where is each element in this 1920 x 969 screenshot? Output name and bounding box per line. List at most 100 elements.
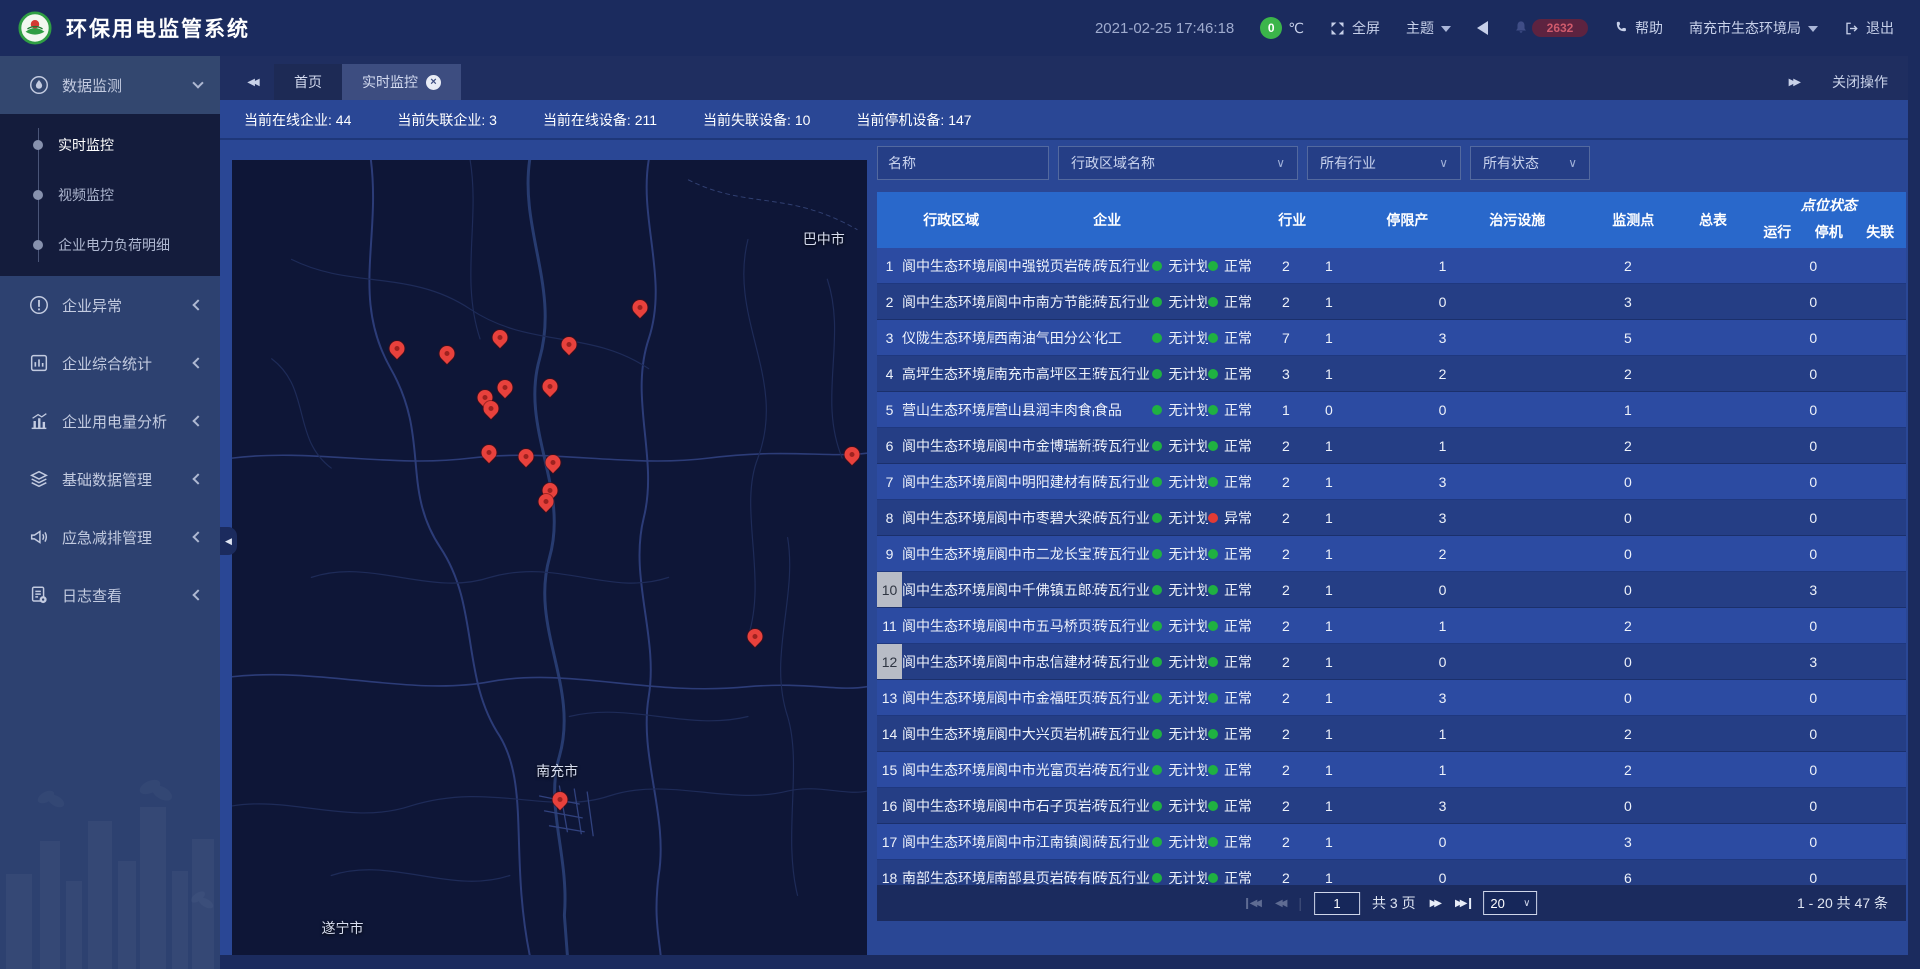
cell-industry: 砖瓦行业 — [1094, 680, 1152, 715]
cell-company: 阆中市五马桥页岩机砖 — [994, 608, 1094, 643]
map[interactable]: 巴中市南充市遂宁市 — [232, 160, 867, 955]
table-row[interactable]: 13阆中生态环境局阆中市金福旺页岩机砖砖瓦行业无计划正常21300 — [877, 680, 1906, 716]
sidebar-item-emergency-reduction[interactable]: 应急减排管理 — [0, 508, 220, 566]
cell-points: 7 — [1264, 320, 1309, 355]
logout-button[interactable]: 退出 — [1844, 18, 1894, 38]
sidebar-item-video-monitoring[interactable]: 视频监控 — [0, 170, 220, 220]
table-row[interactable]: 12阆中生态环境局阆中市忠信建材有限公砖瓦行业无计划正常21003 — [877, 644, 1906, 680]
cell-meters: 1 — [1308, 716, 1350, 751]
status-dot — [1152, 369, 1162, 379]
tabs-scroll-right-icon[interactable]: ▶▶ — [1789, 64, 1798, 100]
limit-text: 无计划 — [1168, 544, 1208, 564]
table-row[interactable]: 2阆中生态环境局阆中市南方节能建材有砖瓦行业无计划正常21030 — [877, 284, 1906, 320]
sidebar-item-power-load-detail[interactable]: 企业电力负荷明细 — [0, 220, 220, 270]
pager-last-button[interactable]: ▶▶ — [1453, 898, 1471, 909]
name-filter-input[interactable] — [877, 146, 1049, 180]
table-row[interactable]: 17阆中生态环境局阆中市江南镇阆南页岩砖瓦行业无计划正常21030 — [877, 824, 1906, 860]
cell-limit-status: 无计划 — [1152, 536, 1208, 571]
cell-region: 阆中生态环境局 — [902, 788, 994, 823]
tab-label: 首页 — [294, 72, 322, 92]
status-dot — [1208, 801, 1218, 811]
cell-region: 阆中生态环境局 — [902, 680, 994, 715]
status-filter-select[interactable]: 所有状态 ∨ — [1470, 146, 1590, 180]
table-row[interactable]: 16阆中生态环境局阆中市石子页岩机砖厂砖瓦行业无计划正常21300 — [877, 788, 1906, 824]
cell-company: 营山县润丰肉食品有限 — [994, 392, 1094, 427]
cell-company: 阆中大兴页岩机砖厂 — [994, 716, 1094, 751]
temperature-unit: ℃ — [1288, 20, 1304, 37]
status-dot — [1208, 405, 1218, 415]
pager-prev-button[interactable]: ◀◀ — [1273, 898, 1286, 909]
log-icon — [28, 584, 50, 606]
facility-text: 正常 — [1224, 256, 1252, 276]
sidebar-item-realtime-monitoring[interactable]: 实时监控 — [0, 120, 220, 170]
help-button[interactable]: 帮助 — [1614, 18, 1663, 38]
sidebar-item-data-monitoring[interactable]: 数据监测 — [0, 56, 220, 114]
sidebar-item-label: 数据监测 — [62, 75, 194, 96]
cell-run: 3 — [1350, 680, 1535, 715]
cell-points: 2 — [1264, 680, 1309, 715]
sidebar-item-log-view[interactable]: 日志查看 — [0, 566, 220, 624]
fullscreen-button[interactable]: 全屏 — [1330, 18, 1380, 38]
table-row[interactable]: 11阆中生态环境局阆中市五马桥页岩机砖砖瓦行业无计划正常21120 — [877, 608, 1906, 644]
col-region: 行政区域 — [923, 192, 1093, 248]
cell-points: 2 — [1264, 824, 1309, 859]
cell-run: 3 — [1350, 464, 1535, 499]
table-row[interactable]: 7阆中生态环境局阆中明阳建材有限公司砖瓦行业无计划正常21300 — [877, 464, 1906, 500]
pager-range-label: 1 - 20 共 47 条 — [1797, 893, 1888, 913]
scrollbar-track[interactable] — [1908, 56, 1920, 969]
sidebar-item-basic-data-management[interactable]: 基础数据管理 — [0, 450, 220, 508]
cell-company: 阆中市忠信建材有限公 — [994, 644, 1094, 679]
region-filter-select[interactable]: 行政区域名称 ∨ — [1058, 146, 1298, 180]
chart-icon — [28, 410, 50, 432]
pager-first-button[interactable]: ◀◀ — [1246, 898, 1261, 909]
close-operations-button[interactable]: 关闭操作 — [1832, 72, 1888, 92]
pager-separator: | — [1298, 895, 1302, 911]
tab-close-icon[interactable]: × — [426, 75, 441, 90]
cell-industry: 砖瓦行业 — [1094, 248, 1152, 283]
sidebar-item-enterprise-statistics[interactable]: 企业综合统计 — [0, 334, 220, 392]
notification-badge[interactable]: 2632 — [1514, 19, 1588, 37]
table-row[interactable]: 14阆中生态环境局阆中大兴页岩机砖厂砖瓦行业无计划正常21120 — [877, 716, 1906, 752]
sidebar-item-enterprise-abnormal[interactable]: 企业异常 — [0, 276, 220, 334]
tab-home[interactable]: 首页 — [274, 64, 342, 100]
cell-company: 阆中市枣碧大梁山页岩 — [994, 500, 1094, 535]
tabs-scroll-left-icon[interactable]: ◀◀ — [230, 64, 274, 100]
table-row[interactable]: 8阆中生态环境局阆中市枣碧大梁山页岩砖瓦行业无计划异常21300 — [877, 500, 1906, 536]
org-dropdown[interactable]: 南充市生态环境局 — [1689, 18, 1818, 38]
table-row[interactable]: 4高坪生态环境局南充市高坪区王家店建砖瓦行业无计划正常31220 — [877, 356, 1906, 392]
status-dot — [1152, 261, 1162, 271]
cell-stop: 2 — [1535, 248, 1720, 283]
table-row[interactable]: 15阆中生态环境局阆中市光富页岩机砖厂砖瓦行业无计划正常21120 — [877, 752, 1906, 788]
table-row[interactable]: 1阆中生态环境局阆中强锐页岩砖厂砖瓦行业无计划正常21120 — [877, 248, 1906, 284]
pager-page-input[interactable] — [1314, 892, 1360, 915]
theme-dropdown[interactable]: 主题 — [1406, 18, 1451, 38]
cell-industry: 化工 — [1094, 320, 1152, 355]
table-row[interactable]: 10阆中生态环境局阆中千佛镇五郎垭页岩砖瓦行业无计划正常21003 — [877, 572, 1906, 608]
industry-filter-select[interactable]: 所有行业 ∨ — [1307, 146, 1461, 180]
cell-meters: 1 — [1308, 500, 1350, 535]
table-row[interactable]: 6阆中生态环境局阆中市金博瑞新型墙材砖瓦行业无计划正常21120 — [877, 428, 1906, 464]
cell-region: 仪陇生态环境局 — [902, 320, 994, 355]
cell-region: 阆中生态环境局 — [902, 464, 994, 499]
pager-next-button[interactable]: ▶▶ — [1428, 898, 1441, 909]
table-row[interactable]: 5营山生态环境局营山县润丰肉食品有限食品无计划正常10010 — [877, 392, 1906, 428]
map-collapse-handle[interactable]: ◀ — [220, 527, 237, 555]
limit-text: 无计划 — [1168, 580, 1208, 600]
row-index: 7 — [877, 464, 902, 499]
tab-realtime-monitoring[interactable]: 实时监控× — [342, 64, 461, 100]
limit-text: 无计划 — [1168, 436, 1208, 456]
cell-lost: 0 — [1721, 536, 1906, 571]
cell-meters: 0 — [1308, 392, 1350, 427]
status-dot — [1152, 441, 1162, 451]
page-size-select[interactable]: 20 ∨ — [1483, 891, 1537, 915]
status-dot — [1152, 765, 1162, 775]
cell-facility-status: 正常 — [1208, 248, 1264, 283]
table-row[interactable]: 9阆中生态环境局阆中市二龙长宝页岩砖砖瓦行业无计划正常21200 — [877, 536, 1906, 572]
facility-text: 正常 — [1224, 688, 1252, 708]
mute-button[interactable] — [1477, 21, 1488, 35]
stat-item: 当前失联设备: 10 — [703, 110, 810, 130]
table-row[interactable]: 3仪陇生态环境局西南油气田分公司川中化工无计划正常71350 — [877, 320, 1906, 356]
sidebar-item-power-usage-analysis[interactable]: 企业用电量分析 — [0, 392, 220, 450]
sidebar-subitem-label: 视频监控 — [58, 185, 114, 205]
stat-value: 147 — [948, 112, 971, 128]
